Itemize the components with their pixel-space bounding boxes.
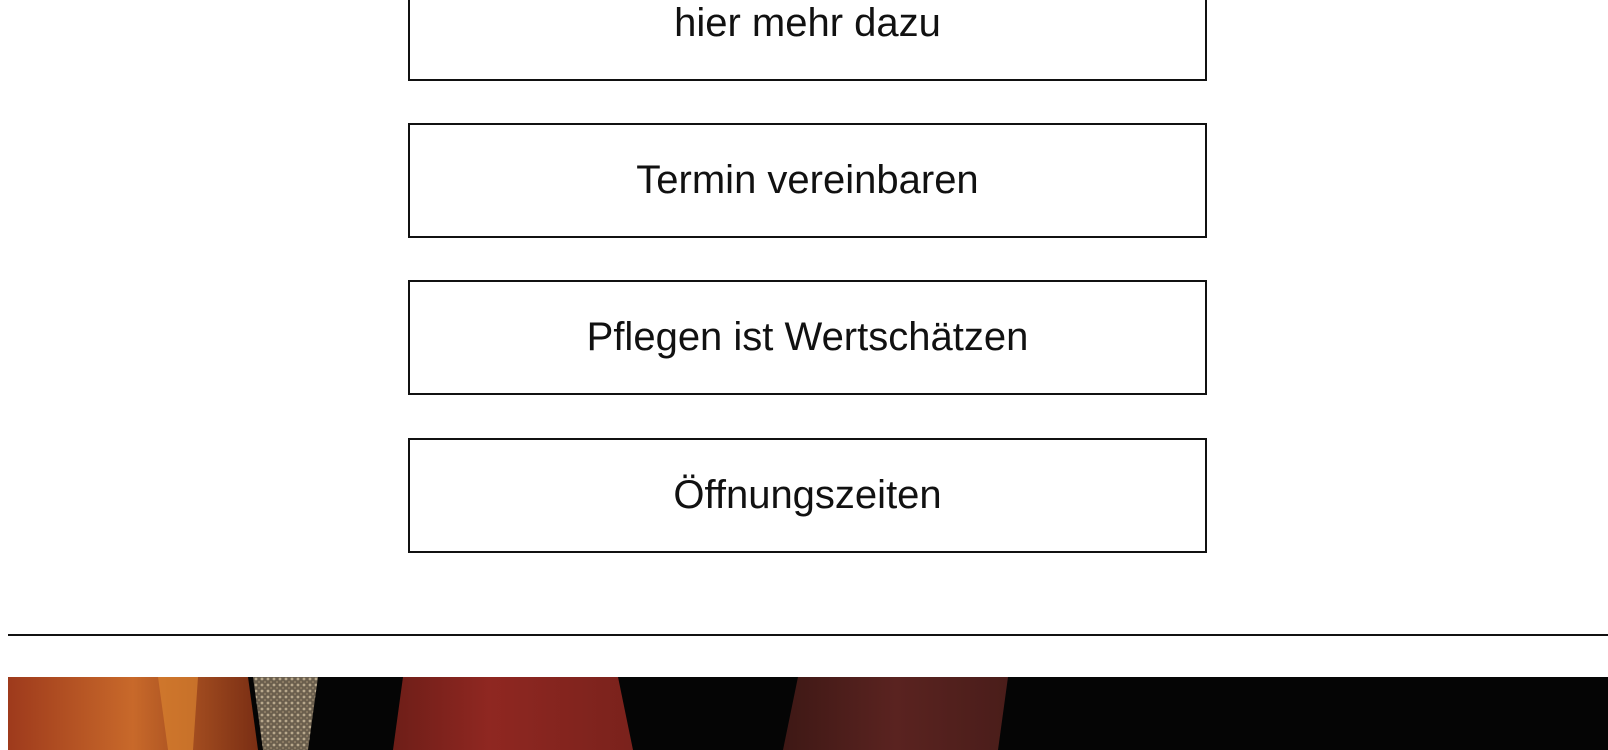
opening-hours-button[interactable]: Öffnungszeiten (408, 438, 1207, 553)
section-divider (8, 634, 1608, 636)
more-info-button[interactable]: hier mehr dazu (408, 0, 1207, 81)
care-appreciation-button[interactable]: Pflegen ist Wertschätzen (408, 280, 1207, 395)
page: hier mehr dazu Termin vereinbaren Pflege… (0, 0, 1608, 750)
banner-image-graphic (8, 677, 1608, 750)
banner-image (8, 677, 1608, 750)
book-appointment-button[interactable]: Termin vereinbaren (408, 123, 1207, 238)
